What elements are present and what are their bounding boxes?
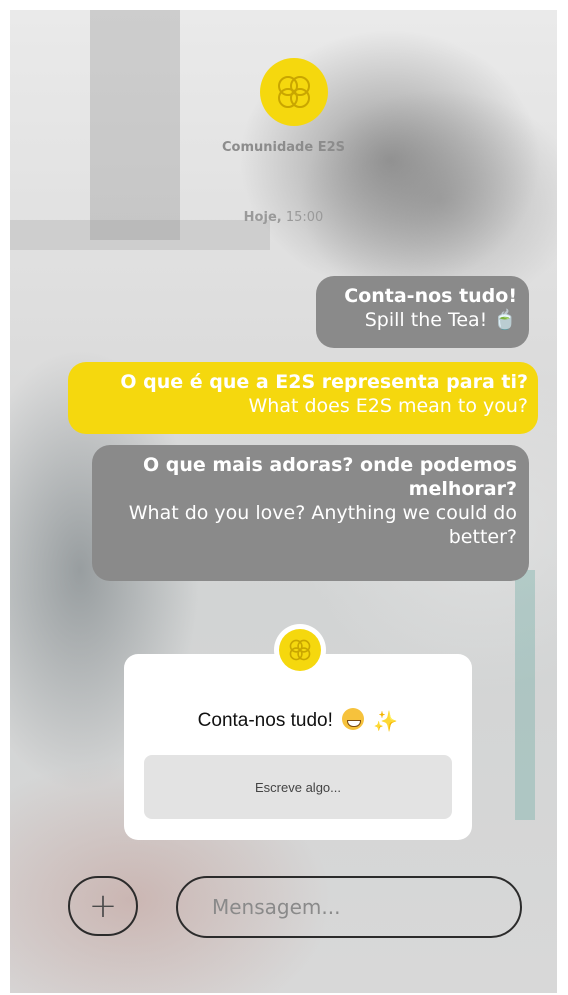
message-bubble: Conta-nos tudo! Spill the Tea! 🍵	[316, 276, 529, 348]
sparkles-icon: ✨	[373, 711, 399, 733]
e2s-logo-icon	[279, 629, 321, 671]
message-main-text: O que mais adoras? onde podemos melhorar…	[142, 454, 517, 500]
message-bubble-highlight: O que é que a E2S representa para ti? Wh…	[68, 362, 538, 434]
question-avatar	[274, 624, 326, 676]
add-button[interactable]: +	[68, 876, 138, 936]
message-sub-text: What do you love? Anything we could do b…	[128, 502, 517, 548]
question-answer-input[interactable]: Escreve algo...	[144, 755, 452, 819]
message-input-placeholder: Mensagem...	[212, 895, 341, 919]
community-name: Comunidade E2S	[222, 140, 345, 155]
background-photo-detail	[90, 10, 180, 240]
message-sub-text: Spill the Tea! 🍵	[364, 309, 517, 331]
background-photo-detail	[515, 570, 535, 820]
e2s-logo-icon	[260, 58, 328, 126]
chat-timestamp: Hoje, 15:00	[10, 210, 557, 225]
question-title: Conta-nos tudo! ✨	[124, 708, 472, 734]
timestamp-day: Hoje,	[243, 210, 282, 225]
timestamp-time: 15:00	[285, 210, 324, 225]
question-sticker[interactable]: Conta-nos tudo! ✨ Escreve algo...	[124, 654, 472, 840]
story-frame: Comunidade E2S Hoje, 15:00 Conta-nos tud…	[10, 10, 557, 993]
plus-icon: +	[88, 886, 118, 926]
grinning-face-icon	[342, 708, 365, 730]
message-bubble: O que mais adoras? onde podemos melhorar…	[92, 445, 529, 581]
message-main-text: Conta-nos tudo!	[344, 285, 517, 307]
message-input[interactable]: Mensagem...	[176, 876, 522, 938]
message-sub-text: What does E2S mean to you?	[248, 395, 529, 417]
message-main-text: O que é que a E2S representa para ti?	[120, 371, 528, 393]
question-title-text: Conta-nos tudo!	[197, 710, 333, 731]
